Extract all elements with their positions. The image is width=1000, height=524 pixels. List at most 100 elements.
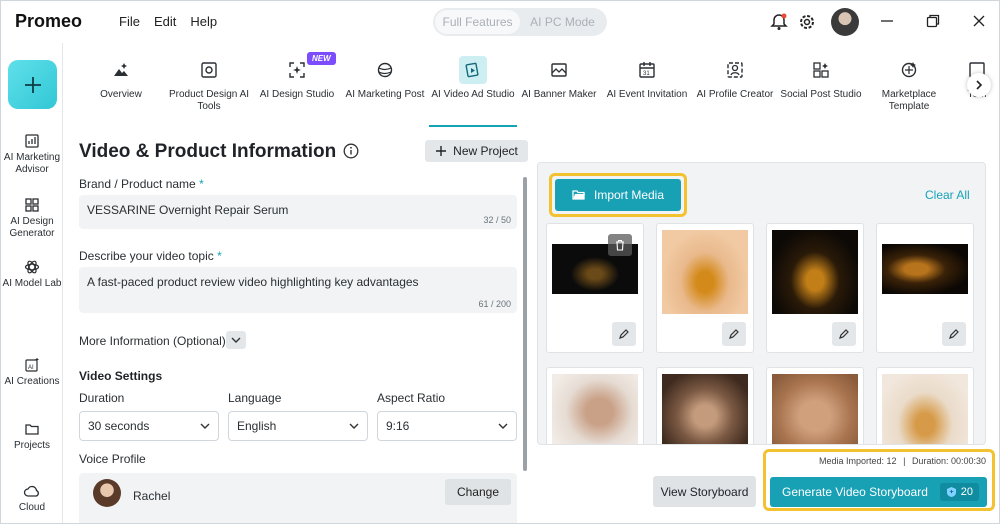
aspect-ratio-select[interactable]: 9:16 [377, 411, 517, 441]
sidebar-item-marketing-advisor[interactable]: AI Marketing Advisor [1, 133, 63, 176]
video-settings-heading: Video Settings [79, 369, 163, 383]
menu-file[interactable]: File [119, 14, 140, 29]
generate-storyboard-button[interactable]: Generate Video Storyboard 20 [770, 477, 987, 507]
advisor-icon [25, 134, 39, 148]
app-window: Promeo File Edit Help Full Features AI P… [0, 0, 1000, 524]
tool-label: AI Event Invitation [606, 89, 688, 100]
voice-name: Rachel [133, 489, 171, 503]
gear-icon[interactable] [797, 12, 817, 32]
more-info-toggle[interactable] [226, 331, 246, 349]
topic-textarea[interactable]: A fast-paced product review video highli… [79, 267, 517, 313]
clear-all-link[interactable]: Clear All [925, 188, 970, 202]
media-image [662, 374, 748, 444]
svg-text:AI: AI [28, 365, 34, 371]
profile-icon [724, 59, 746, 81]
media-thumbnail[interactable] [546, 223, 644, 353]
sidebar-item-label: AI Creations [4, 376, 60, 387]
tool-profile-creator[interactable]: AI Profile Creator [691, 59, 779, 101]
menu-bar: File Edit Help [119, 14, 217, 29]
marketplace-icon [898, 59, 920, 81]
new-badge: NEW [307, 52, 336, 65]
tool-social-post[interactable]: Social Post Studio [777, 59, 865, 101]
change-voice-button[interactable]: Change [445, 479, 511, 505]
product-design-icon [198, 59, 220, 81]
media-duration: Duration: 00:00:30 [911, 456, 986, 466]
restore-icon[interactable] [925, 12, 941, 30]
create-new-button[interactable] [8, 60, 57, 109]
tool-video-ad-studio[interactable]: AI Video Ad Studio [429, 56, 517, 128]
sidebar-item-label: Projects [13, 440, 51, 451]
new-project-button[interactable]: New Project [425, 140, 528, 162]
tool-event-invitation[interactable]: 31 AI Event Invitation [603, 59, 691, 101]
media-thumbnail[interactable] [656, 367, 754, 444]
plus-icon [436, 146, 447, 156]
mode-full-features[interactable]: Full Features [435, 10, 520, 34]
language-select[interactable]: English [228, 411, 368, 441]
window-controls [879, 12, 987, 30]
form-scrollbar[interactable] [523, 177, 527, 471]
chevron-down-icon [498, 423, 508, 429]
tool-marketing-post[interactable]: AI Marketing Post [341, 59, 429, 101]
app-logo: Promeo [15, 11, 83, 31]
chevron-down-icon [200, 423, 210, 429]
video-ad-icon [459, 56, 487, 84]
tool-overview[interactable]: Overview [77, 59, 165, 101]
topic-label-text: Describe your video topic [79, 249, 214, 263]
nav-next-button[interactable] [967, 73, 991, 97]
menu-help[interactable]: Help [190, 14, 217, 29]
media-thumbnail[interactable] [766, 367, 864, 444]
tool-product-design[interactable]: Product Design AI Tools [165, 59, 253, 113]
topic-label: Describe your video topic * [79, 249, 222, 263]
edit-icon[interactable] [722, 322, 746, 346]
language-value: English [237, 419, 277, 433]
new-project-label: New Project [453, 144, 518, 158]
menu-edit[interactable]: Edit [154, 14, 176, 29]
notification-icon[interactable] [769, 12, 789, 32]
brand-input[interactable]: VESSARINE Overnight Repair Serum 32 / 50 [79, 195, 517, 229]
media-thumbnail[interactable] [876, 223, 974, 353]
chevron-down-icon [231, 337, 241, 343]
design-studio-icon [286, 59, 308, 81]
media-thumbnail[interactable] [876, 367, 974, 444]
tool-label: Product Design AI Tools [168, 89, 250, 112]
title-bar: Promeo File Edit Help Full Features AI P… [1, 1, 999, 43]
edit-icon[interactable] [832, 322, 856, 346]
required-mark: * [199, 177, 204, 191]
tool-banner-maker[interactable]: AI Banner Maker [515, 59, 603, 101]
sidebar-item-design-generator[interactable]: AI Design Generator [1, 197, 63, 240]
tool-label: AI Design Studio [259, 89, 335, 100]
media-thumbnail[interactable] [766, 223, 864, 353]
import-media-button[interactable]: Import Media [555, 179, 681, 211]
sidebar-item-model-lab[interactable]: AI Model Lab [1, 259, 63, 290]
tool-label: AI Profile Creator [696, 89, 774, 100]
product-form: Video & Product Information New Project … [63, 127, 529, 523]
mode-ai-pc[interactable]: AI PC Mode [520, 10, 605, 34]
minimize-icon[interactable] [879, 12, 895, 30]
tool-marketplace-template[interactable]: Marketplace Template [865, 59, 953, 113]
page-title: Video & Product Information [79, 141, 337, 162]
svg-text:31: 31 [643, 71, 650, 77]
sidebar-item-label: AI Marketing Advisor [3, 152, 61, 175]
media-image [882, 244, 968, 294]
social-post-icon [810, 59, 832, 81]
brand-label-text: Brand / Product name [79, 177, 196, 191]
info-icon[interactable] [343, 143, 359, 164]
media-thumbnail[interactable] [546, 367, 644, 444]
topic-value: A fast-paced product review video highli… [87, 275, 419, 289]
close-icon[interactable] [971, 12, 987, 30]
media-thumbnail[interactable] [656, 223, 754, 353]
tool-design-studio[interactable]: AI Design Studio [253, 59, 341, 101]
sidebar-item-cloud[interactable]: Cloud [1, 483, 63, 514]
view-storyboard-button[interactable]: View Storyboard [653, 476, 756, 507]
edit-icon[interactable] [612, 322, 636, 346]
delete-icon[interactable] [608, 234, 632, 256]
sidebar-item-ai-creations[interactable]: AI AI Creations [1, 357, 63, 388]
more-info-label: More Information (Optional) [79, 334, 226, 348]
mode-toggle[interactable]: Full Features AI PC Mode [433, 8, 607, 36]
sidebar-item-projects[interactable]: Projects [1, 421, 63, 452]
brand-value: VESSARINE Overnight Repair Serum [87, 203, 289, 217]
edit-icon[interactable] [942, 322, 966, 346]
user-avatar[interactable] [831, 8, 859, 36]
duration-select[interactable]: 30 seconds [79, 411, 219, 441]
media-image [772, 230, 858, 314]
